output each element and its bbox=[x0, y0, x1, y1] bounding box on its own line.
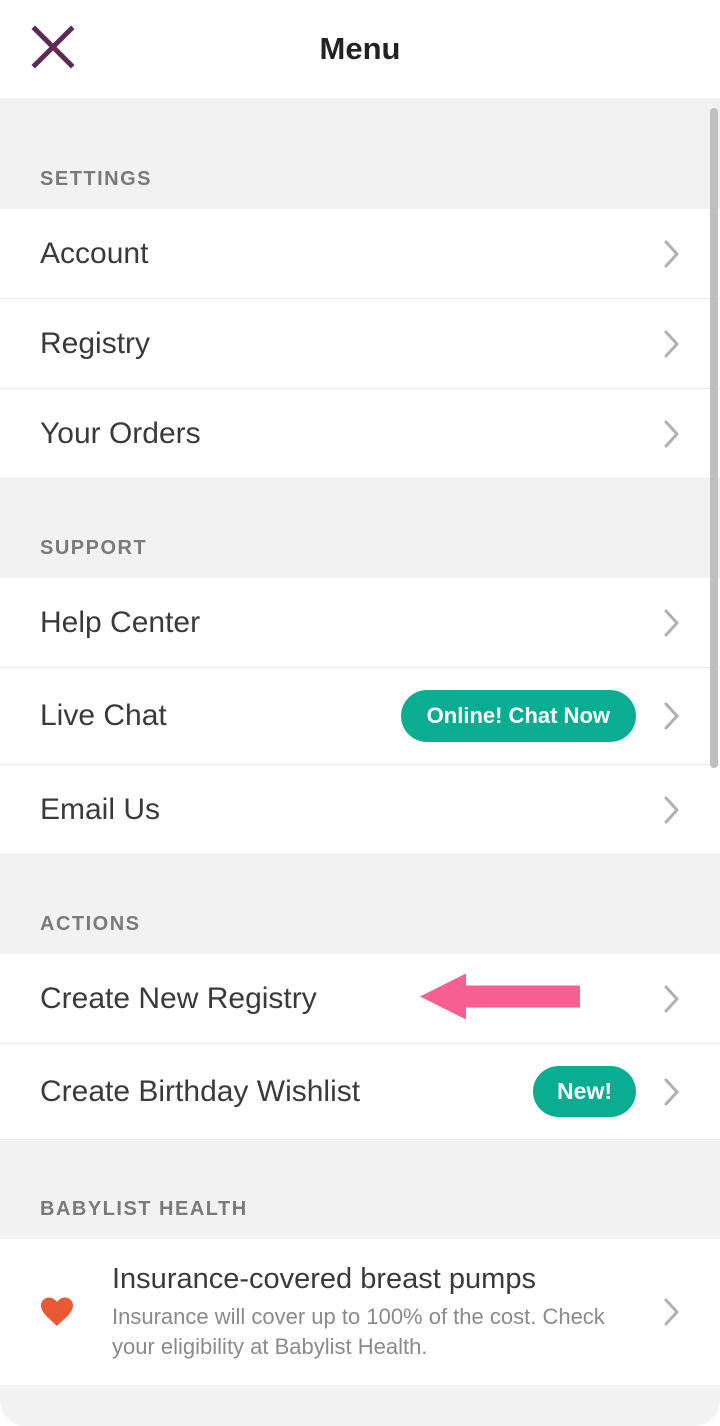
new-badge: New! bbox=[533, 1066, 636, 1117]
chevron-right-icon bbox=[664, 330, 680, 358]
menu-item-subtext: Insurance will cover up to 100% of the c… bbox=[112, 1302, 656, 1361]
section-header-support: SUPPORT bbox=[0, 479, 720, 578]
chevron-right-icon bbox=[664, 609, 680, 637]
menu-item-create-birthday-wishlist[interactable]: Create Birthday Wishlist New! bbox=[0, 1044, 720, 1140]
menu-item-label: Registry bbox=[40, 327, 656, 361]
menu-item-live-chat[interactable]: Live Chat Online! Chat Now bbox=[0, 668, 720, 765]
heart-icon bbox=[40, 1297, 74, 1332]
menu-item-label: Create New Registry bbox=[40, 982, 656, 1016]
menu-item-account[interactable]: Account bbox=[0, 209, 720, 299]
menu-screen: Menu SETTINGS Account Registry Your Orde… bbox=[0, 0, 720, 1426]
menu-item-label: Live Chat bbox=[40, 699, 401, 733]
chevron-right-icon bbox=[664, 702, 680, 730]
chevron-right-icon bbox=[664, 1298, 680, 1326]
menu-item-label: Your Orders bbox=[40, 417, 656, 451]
close-button[interactable] bbox=[28, 24, 78, 74]
chevron-right-icon bbox=[664, 240, 680, 268]
menu-item-label: Help Center bbox=[40, 606, 656, 640]
menu-item-label: Account bbox=[40, 237, 656, 271]
chevron-right-icon bbox=[664, 796, 680, 824]
chevron-right-icon bbox=[664, 985, 680, 1013]
menu-item-label: Create Birthday Wishlist bbox=[40, 1075, 533, 1109]
menu-item-email-us[interactable]: Email Us bbox=[0, 765, 720, 855]
section-header-babylist-health: BABYLIST HEALTH bbox=[0, 1140, 720, 1239]
page-title: Menu bbox=[320, 31, 401, 67]
menu-item-registry[interactable]: Registry bbox=[0, 299, 720, 389]
chevron-right-icon bbox=[664, 420, 680, 448]
menu-item-help-center[interactable]: Help Center bbox=[0, 578, 720, 668]
menu-scroll-area[interactable]: SETTINGS Account Registry Your Orders SU… bbox=[0, 98, 720, 1426]
close-icon bbox=[31, 25, 75, 74]
section-header-actions: ACTIONS bbox=[0, 855, 720, 954]
scrollbar[interactable] bbox=[710, 108, 718, 768]
chevron-right-icon bbox=[664, 1078, 680, 1106]
menu-item-insurance-breast-pumps[interactable]: Insurance-covered breast pumps Insurance… bbox=[0, 1239, 720, 1385]
menu-item-label: Email Us bbox=[40, 793, 656, 827]
menu-item-create-new-registry[interactable]: Create New Registry bbox=[0, 954, 720, 1044]
online-chat-badge: Online! Chat Now bbox=[401, 690, 636, 742]
header: Menu bbox=[0, 0, 720, 98]
section-header-settings: SETTINGS bbox=[0, 98, 720, 209]
menu-item-label: Insurance-covered breast pumps bbox=[112, 1263, 656, 1296]
menu-item-your-orders[interactable]: Your Orders bbox=[0, 389, 720, 479]
